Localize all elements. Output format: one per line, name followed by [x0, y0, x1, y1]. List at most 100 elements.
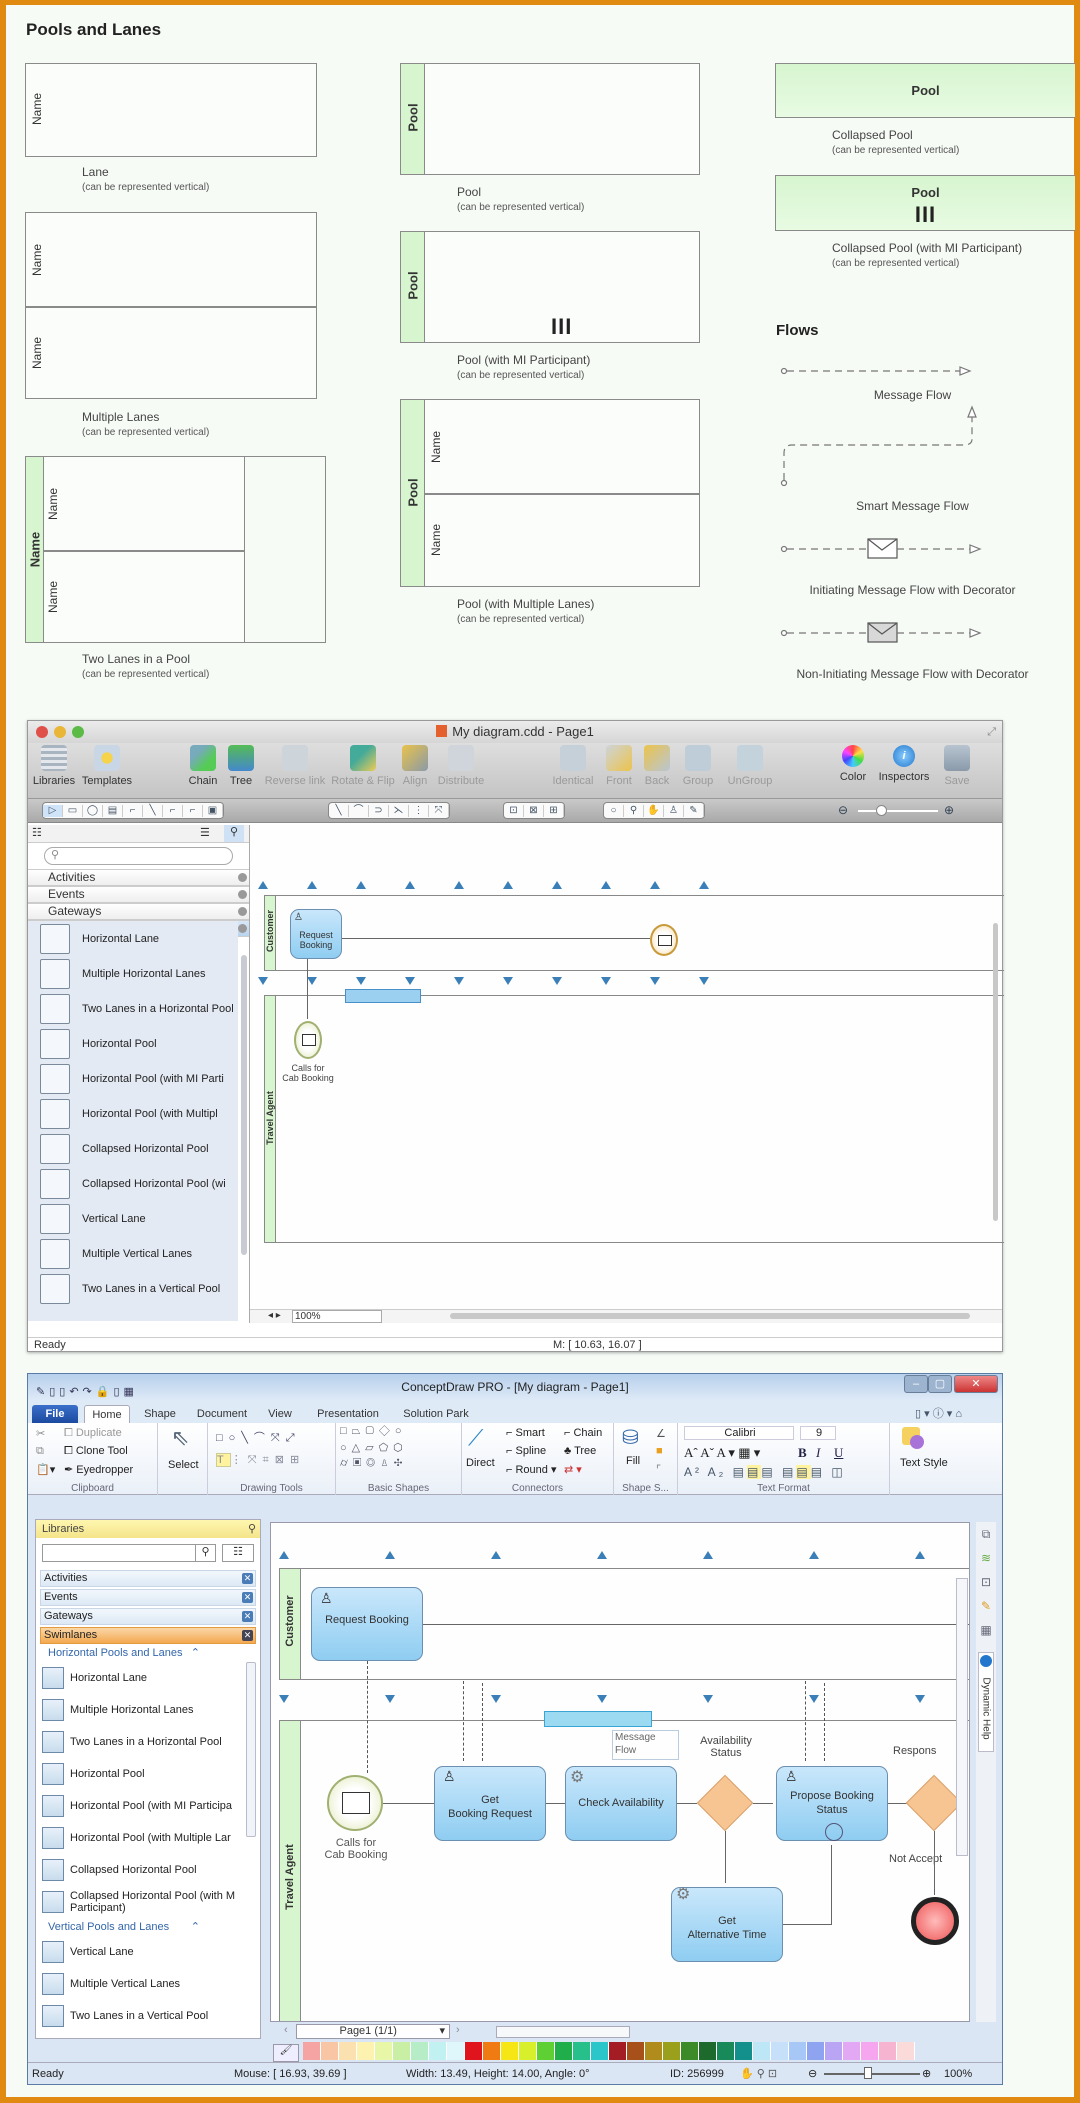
library-category[interactable]: Events ✕	[40, 1589, 256, 1606]
library-item[interactable]: Horizontal Pool	[28, 1026, 238, 1061]
library-item[interactable]: Horizontal Lane	[36, 1662, 260, 1694]
lane-insert-down-icon[interactable]	[258, 977, 268, 985]
lane-insert-down-icon[interactable]	[356, 977, 366, 985]
zoom-button[interactable]	[72, 726, 84, 738]
dock-icons[interactable]: ⧉ ≋ ⊡ ✎ ▦	[976, 1522, 996, 1642]
copy-icon[interactable]: ⧉	[36, 1445, 44, 1458]
message-flow-line[interactable]	[824, 1683, 825, 1761]
rotate-flip-button[interactable]: Rotate & Flip	[330, 745, 396, 787]
lane-insert-up-icon[interactable]	[385, 1551, 395, 1559]
color-swatch[interactable]	[303, 2041, 321, 2060]
library-item[interactable]: Collapsed Horizontal Pool	[36, 1854, 260, 1886]
message-start-event[interactable]	[327, 1775, 383, 1831]
library-category[interactable]: Events	[28, 886, 249, 903]
close-category-icon[interactable]: ✕	[242, 1630, 253, 1641]
basic-shapes-row[interactable]: ○△▱⬠⬡	[340, 1441, 408, 1454]
tab-shape[interactable]: Shape	[136, 1405, 184, 1423]
font-size-select[interactable]: 9	[800, 1426, 836, 1440]
color-swatch[interactable]	[375, 2041, 393, 2060]
font-select[interactable]: Calibri	[684, 1426, 794, 1440]
library-item[interactable]: Vertical Lane	[28, 1201, 238, 1236]
color-swatch[interactable]	[591, 2041, 609, 2060]
minimize-button[interactable]: –	[904, 1375, 928, 1393]
view-tool-icons[interactable]: ✋ ⚲ ⊡	[740, 2063, 777, 2085]
lane-insert-up-icon[interactable]	[650, 881, 660, 889]
color-swatch[interactable]	[825, 2041, 843, 2060]
group-button[interactable]: Group	[678, 745, 718, 787]
vertical-scrollbar[interactable]	[956, 1578, 968, 1856]
library-item[interactable]: Horizontal Pool (with MI Participa	[36, 1790, 260, 1822]
lane-insert-down-icon[interactable]	[491, 1695, 501, 1703]
library-category[interactable]: Gateways	[28, 903, 249, 920]
zoom-slider[interactable]	[824, 2073, 920, 2075]
lane-insert-up-icon[interactable]	[915, 1551, 925, 1559]
library-item[interactable]: Multiple Vertical Lanes	[36, 1968, 260, 2000]
underline-button[interactable]: U	[834, 1445, 843, 1461]
library-tree-icon[interactable]: ☷	[32, 826, 42, 839]
color-swatch[interactable]	[699, 2041, 717, 2060]
text-style-button[interactable]: Text Style	[900, 1457, 948, 1469]
tab-document[interactable]: Document	[190, 1405, 254, 1423]
color-swatch[interactable]	[645, 2041, 663, 2060]
line-icon[interactable]: ∠	[656, 1427, 666, 1440]
italic-button[interactable]: I	[816, 1445, 820, 1461]
message-flow-line[interactable]	[463, 1681, 464, 1761]
zoom-in-icon[interactable]: ⊕	[922, 2063, 931, 2085]
library-search-input[interactable]: ⚲	[44, 847, 233, 865]
lane-insert-down-icon[interactable]	[597, 1695, 607, 1703]
minimize-button[interactable]	[54, 726, 66, 738]
tab-view[interactable]: View	[260, 1405, 300, 1423]
text-align-buttons[interactable]: A² A₂ ▤▤▤ ▤▤▤ ◫	[684, 1465, 846, 1479]
tab-home[interactable]: Home	[84, 1405, 130, 1423]
page-selector[interactable]: Page1 (1/1) ▾	[296, 2024, 450, 2039]
library-search-input[interactable]: ⚲	[42, 1544, 216, 1562]
lane-insert-up-icon[interactable]	[491, 1551, 501, 1559]
library-item[interactable]: Multiple Horizontal Lanes	[36, 1694, 260, 1726]
color-swatch[interactable]	[807, 2041, 825, 2060]
spline-connector-button[interactable]: ⌐ Spline	[506, 1445, 546, 1457]
lane-insert-up-icon[interactable]	[809, 1551, 819, 1559]
lane-insert-up-icon[interactable]	[307, 881, 317, 889]
save-button[interactable]: Save	[940, 745, 974, 787]
section-header[interactable]: Horizontal Pools and Lanes ⌃	[36, 1644, 260, 1662]
library-item[interactable]: Multiple Horizontal Lanes	[28, 956, 238, 991]
drawing-tools-group[interactable]: ▷ ▭ ◯ ▤ ⌐ ╲ ⌐ ⌐ ▣	[42, 802, 224, 819]
chain-button[interactable]: Chain	[186, 745, 220, 787]
library-item[interactable]: Two Lanes in a Horizontal Pool	[36, 1726, 260, 1758]
lane-insert-down-icon[interactable]	[552, 977, 562, 985]
lane-insert-down-icon[interactable]	[279, 1695, 289, 1703]
zoom-tools-group[interactable]: ⊡ ⊠ ⊞	[503, 802, 565, 819]
color-swatch[interactable]	[519, 2041, 537, 2060]
bold-button[interactable]: B	[798, 1445, 807, 1461]
library-category-selected[interactable]: Swimlanes ✕	[40, 1627, 256, 1644]
search-icon[interactable]: ⚲	[195, 1545, 215, 1561]
templates-button[interactable]: Templates	[80, 745, 134, 787]
duplicate-button[interactable]: ⧠ Duplicate	[64, 1427, 122, 1440]
sequence-flow[interactable]	[383, 1803, 435, 1805]
color-swatch[interactable]	[555, 2041, 573, 2060]
library-scrollbar[interactable]	[246, 1662, 256, 1837]
lane-insert-down-icon[interactable]	[307, 977, 317, 985]
color-swatch[interactable]	[573, 2041, 591, 2060]
lane-insert-down-icon[interactable]	[405, 977, 415, 985]
library-item[interactable]: Multiple Vertical Lanes	[28, 1236, 238, 1271]
win-diagram-canvas[interactable]: Customer ♙ Request Booking Travel Agent M…	[270, 1522, 970, 2022]
lane-insert-down-icon[interactable]	[699, 977, 709, 985]
select-button[interactable]: Select	[168, 1459, 199, 1471]
close-button[interactable]	[36, 726, 48, 738]
reverse-link-button[interactable]: Reverse link	[264, 745, 326, 787]
library-item[interactable]: Collapsed Horizontal Pool (with M Partic…	[36, 1886, 260, 1918]
tab-file[interactable]: File	[32, 1405, 78, 1423]
smart-connector-button[interactable]: ⌐ Smart	[506, 1427, 545, 1439]
close-category-icon[interactable]: ✕	[242, 1592, 253, 1603]
end-event[interactable]	[911, 1897, 959, 1945]
zoom-in-icon[interactable]: ⊕	[944, 803, 954, 817]
get-alternative-time-task[interactable]: ⚙ Get Alternative Time	[671, 1887, 783, 1962]
prev-page-button[interactable]: ‹	[284, 2024, 288, 2036]
select-group[interactable]: ⇖ Select	[158, 1423, 208, 1495]
close-category-icon[interactable]	[238, 924, 247, 933]
sequence-flow[interactable]	[423, 1624, 969, 1626]
color-swatch[interactable]	[861, 2041, 879, 2060]
collapse-icon[interactable]: ⌃	[191, 1646, 200, 1659]
library-item[interactable]: Two Lanes in a Horizontal Pool	[28, 991, 238, 1026]
